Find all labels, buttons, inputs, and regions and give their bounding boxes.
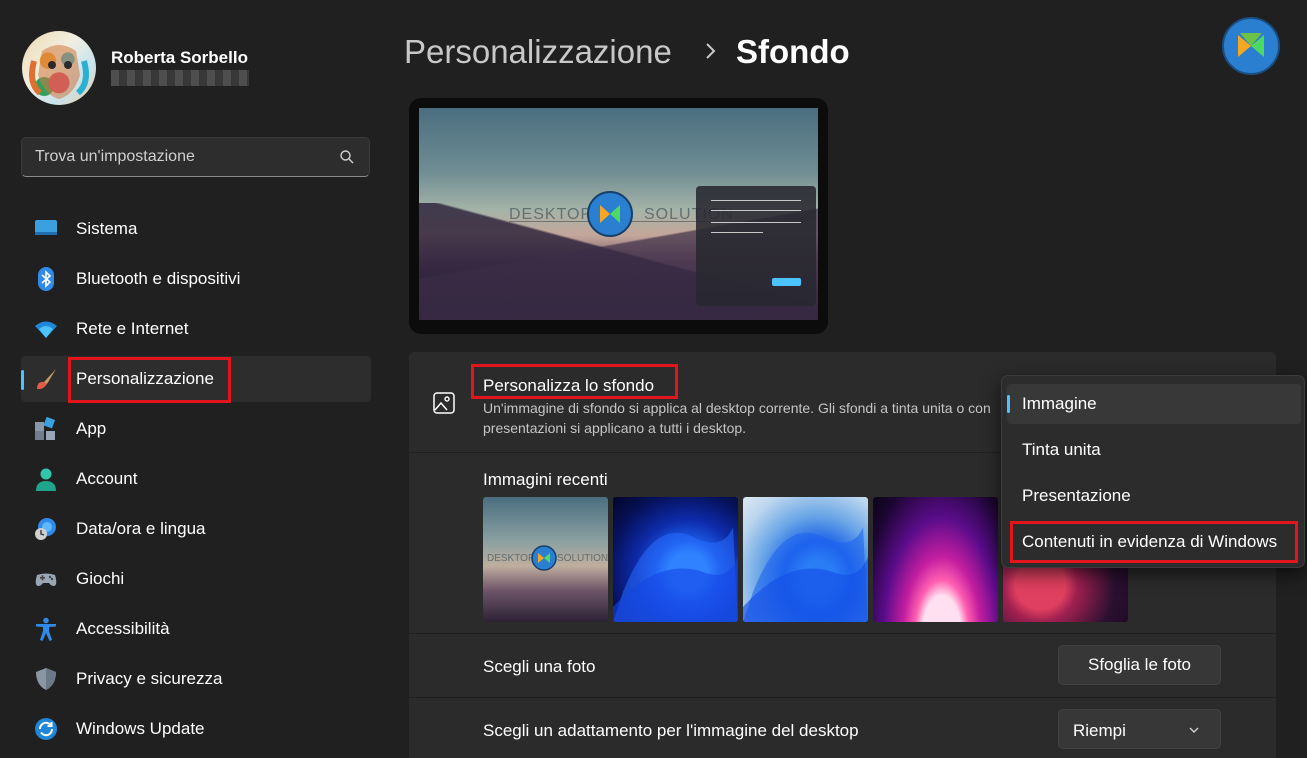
preview-wallpaper: DESKTOP SOLUTION <box>419 108 818 320</box>
choose-photo-label: Scegli una foto <box>483 657 596 676</box>
chevron-down-icon <box>1189 727 1199 733</box>
sidebar-item-data-ora[interactable]: Data/ora e lingua <box>21 506 371 552</box>
recent-image-thumbnail[interactable] <box>873 497 998 622</box>
sidebar-item-label: Accessibilità <box>76 619 170 638</box>
sidebar-item-label: Sistema <box>76 219 138 238</box>
preview-logo-text-left: DESKTOP <box>509 206 593 223</box>
dropdown-option-presentazione[interactable]: Presentazione <box>1007 476 1301 516</box>
picture-icon <box>433 392 455 414</box>
selected-option-indicator <box>1007 395 1010 413</box>
sidebar-item-sistema[interactable]: Sistema <box>21 206 371 252</box>
sidebar-item-label: Privacy e sicurezza <box>76 669 223 688</box>
bluetooth-icon <box>38 267 54 291</box>
gamepad-icon <box>35 573 57 586</box>
search-icon[interactable] <box>339 149 355 165</box>
sidebar-item-label: App <box>76 419 107 438</box>
sidebar-item-label: Data/ora e lingua <box>76 519 206 538</box>
recent-image-thumbnail[interactable] <box>613 497 738 622</box>
background-type-description: Un'immagine di sfondo si applica al desk… <box>483 400 991 436</box>
apps-icon <box>35 417 56 440</box>
sidebar-item-privacy[interactable]: Privacy e sicurezza <box>21 656 371 702</box>
fit-label: Scegli un adattamento per l'immagine del… <box>483 721 859 740</box>
fit-dropdown-value: Riempi <box>1073 721 1126 740</box>
sidebar-item-bluetooth[interactable]: Bluetooth e dispositivi <box>21 256 371 302</box>
person-icon <box>36 468 56 491</box>
sidebar-item-windows-update[interactable]: Windows Update <box>21 706 371 752</box>
sidebar-item-accessibilita[interactable]: Accessibilità <box>21 606 371 652</box>
page-title: Sfondo <box>736 33 850 70</box>
preview-brand-logo-icon <box>587 191 633 237</box>
dropdown-option-immagine[interactable]: Immagine <box>1007 384 1301 424</box>
brand-logo-icon <box>1222 17 1280 75</box>
globe-clock-icon <box>35 518 56 540</box>
monitor-icon <box>35 220 57 235</box>
breadcrumb-parent[interactable]: Personalizzazione <box>404 33 672 71</box>
paintbrush-icon <box>37 369 56 390</box>
recent-image-thumbnail[interactable]: DESKTOP SOLUTION <box>483 497 608 622</box>
fit-dropdown[interactable]: Riempi <box>1058 709 1221 749</box>
shield-icon <box>36 668 56 690</box>
highlight-box-personalizzazione <box>68 357 231 403</box>
preview-window-mockup <box>696 186 816 306</box>
search-box[interactable] <box>21 137 370 177</box>
search-input[interactable] <box>22 138 332 176</box>
dropdown-option-label: Presentazione <box>1022 486 1131 505</box>
sidebar-item-app[interactable]: App <box>21 406 371 452</box>
user-name: Roberta Sorbello <box>111 48 248 67</box>
browse-photos-button[interactable]: Sfoglia le foto <box>1058 645 1221 685</box>
active-nav-indicator <box>21 370 24 390</box>
sidebar-item-label: Rete e Internet <box>76 319 189 338</box>
desktop-preview: DESKTOP SOLUTION <box>409 98 828 334</box>
highlight-box-windows-spotlight <box>1010 521 1298 563</box>
sidebar-item-label: Bluetooth e dispositivi <box>76 269 241 288</box>
dropdown-option-tinta-unita[interactable]: Tinta unita <box>1007 430 1301 470</box>
sidebar-item-label: Giochi <box>76 569 125 588</box>
recent-image-thumbnail[interactable] <box>743 497 868 622</box>
chevron-right-icon <box>706 43 716 59</box>
dropdown-option-label: Tinta unita <box>1022 440 1101 459</box>
user-email-redacted <box>111 70 249 86</box>
accessibility-icon <box>36 617 56 641</box>
avatar[interactable] <box>22 31 96 105</box>
sidebar-item-label: Account <box>76 469 138 488</box>
sidebar-item-rete[interactable]: Rete e Internet <box>21 306 371 352</box>
refresh-icon <box>35 718 57 740</box>
highlight-box-card-title <box>471 364 678 399</box>
sidebar-item-account[interactable]: Account <box>21 456 371 502</box>
sidebar-item-giochi[interactable]: Giochi <box>21 556 371 602</box>
recent-images-title: Immagini recenti <box>483 470 608 489</box>
sidebar-item-label: Windows Update <box>76 719 205 738</box>
wifi-icon <box>35 321 57 338</box>
dropdown-option-label: Immagine <box>1022 394 1097 413</box>
